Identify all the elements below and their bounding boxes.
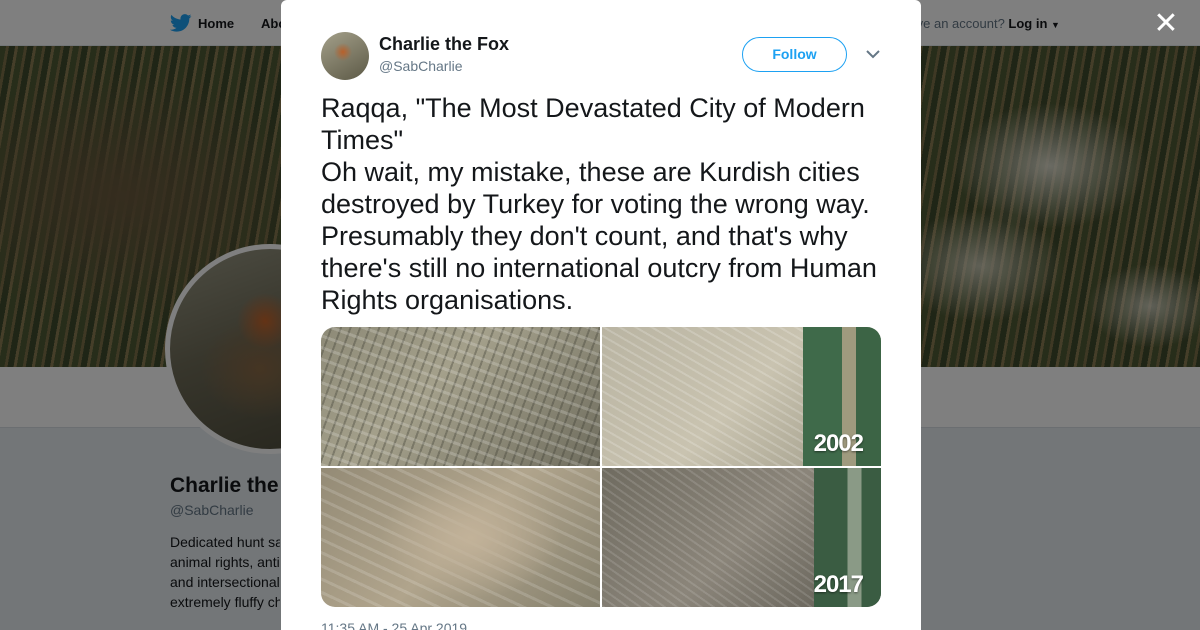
satellite-image[interactable]	[321, 468, 600, 607]
tweet-text: Raqqa, "The Most Devastated City of Mode…	[321, 92, 891, 316]
satellite-image[interactable]: 2017	[602, 468, 881, 607]
image-year-label: 2002	[813, 430, 864, 457]
tweet-text-line: Oh wait, my mistake, these are Kurdish c…	[321, 157, 877, 315]
satellite-image[interactable]	[321, 327, 600, 466]
tweet-modal: Charlie the Fox @SabCharlie Follow Raqqa…	[281, 0, 921, 630]
tweet-media-grid[interactable]: 2002 2017	[321, 327, 881, 607]
tweet-timestamp[interactable]: 11:35 AM - 25 Apr 2019	[321, 620, 467, 630]
tweet-author-avatar[interactable]	[321, 32, 369, 80]
tweet-author-name[interactable]: Charlie the Fox	[379, 34, 509, 55]
follow-button[interactable]: Follow	[742, 37, 847, 72]
tweet-text-line: Raqqa, "The Most Devastated City of Mode…	[321, 93, 865, 155]
tweet-author-handle[interactable]: @SabCharlie	[379, 58, 462, 74]
satellite-image[interactable]: 2002	[602, 327, 881, 466]
image-year-label: 2017	[813, 571, 864, 598]
close-icon[interactable]: ✕	[1152, 9, 1180, 39]
chevron-down-icon[interactable]	[865, 44, 881, 64]
